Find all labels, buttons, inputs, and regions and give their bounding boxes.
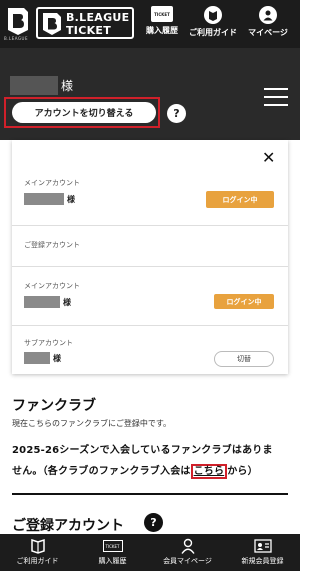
honorific: 様 xyxy=(63,298,71,307)
guide-icon xyxy=(0,536,75,556)
id-card-icon xyxy=(225,536,300,556)
bleague-logo[interactable] xyxy=(6,6,30,36)
user-icon xyxy=(150,536,225,556)
main-account-label: メインアカウント xyxy=(24,282,80,290)
main-account-label: メインアカウント xyxy=(24,179,80,187)
nav-mypage[interactable]: マイページ xyxy=(246,6,290,38)
honorific: 様 xyxy=(67,195,75,204)
divider xyxy=(12,266,288,267)
fanclub-notice-line2: せん。（各クラブのファンクラブ入会は こちら から） xyxy=(12,464,258,479)
hamburger-menu-icon[interactable] xyxy=(264,88,288,108)
ticket-logo-line2: TICKET xyxy=(66,24,112,37)
user-icon xyxy=(259,6,277,24)
masked-account-name xyxy=(24,296,60,308)
login-status-badge: ログイン中 xyxy=(206,191,274,208)
ticket-icon: TICKET xyxy=(151,6,173,22)
help-icon[interactable]: ? xyxy=(144,513,163,532)
bleague-mark-icon xyxy=(43,13,61,35)
fanclub-title: ファンクラブ xyxy=(12,398,96,414)
bottom-nav: ご利用ガイド TICKET 購入履歴 会員マイページ 新規会員登録 xyxy=(0,534,300,571)
masked-user-name xyxy=(10,76,58,95)
top-header: B.LEAGUE B.LEAGUE TICKET TICKET 購入履歴 ご利用… xyxy=(0,0,300,48)
nav-purchase-history[interactable]: TICKET 購入履歴 xyxy=(145,6,179,36)
fanclub-notice-line1: 2025-26シーズンで入会しているファンクラブはありま xyxy=(12,445,273,456)
registered-accounts-title: ご登録アカウント xyxy=(12,518,124,534)
bottom-nav-member-mypage[interactable]: 会員マイページ xyxy=(150,536,225,566)
honorific: 様 xyxy=(53,354,61,363)
bottom-nav-register[interactable]: 新規会員登録 xyxy=(225,536,300,566)
switch-account-button[interactable]: アカウントを切り替える xyxy=(12,102,156,123)
nav-label: マイページ xyxy=(248,28,288,37)
guide-icon xyxy=(204,6,222,24)
registered-accounts-label: ご登録アカウント xyxy=(24,241,80,249)
nav-label: ご利用ガイド xyxy=(189,28,237,37)
nav-user-guide[interactable]: ご利用ガイド xyxy=(188,6,238,38)
switch-account-small-button[interactable]: 切替 xyxy=(214,351,274,367)
login-status-badge: ログイン中 xyxy=(214,294,274,309)
ticket-logo-line1: B.LEAGUE xyxy=(66,11,130,24)
sub-account-label: サブアカウント xyxy=(24,339,73,347)
close-icon[interactable]: ✕ xyxy=(262,148,275,167)
masked-account-name xyxy=(24,193,64,205)
help-icon[interactable]: ? xyxy=(167,104,186,123)
divider xyxy=(12,225,288,226)
bottom-nav-guide[interactable]: ご利用ガイド xyxy=(0,536,75,566)
bottom-nav-purchase-history[interactable]: TICKET 購入履歴 xyxy=(75,536,150,566)
divider xyxy=(12,325,288,326)
nav-label: 購入履歴 xyxy=(146,26,178,35)
bleague-ticket-logo[interactable]: B.LEAGUE TICKET xyxy=(36,7,134,39)
ticket-icon: TICKET xyxy=(75,536,150,556)
fanclub-join-link[interactable]: こちら xyxy=(190,464,228,479)
logo-caption: B.LEAGUE xyxy=(4,36,28,41)
section-divider xyxy=(12,493,288,495)
masked-account-name xyxy=(24,352,50,364)
honorific: 様 xyxy=(61,79,74,93)
fanclub-status-text: 現在こちらのファンクラブにご登録中です。 xyxy=(12,419,172,428)
